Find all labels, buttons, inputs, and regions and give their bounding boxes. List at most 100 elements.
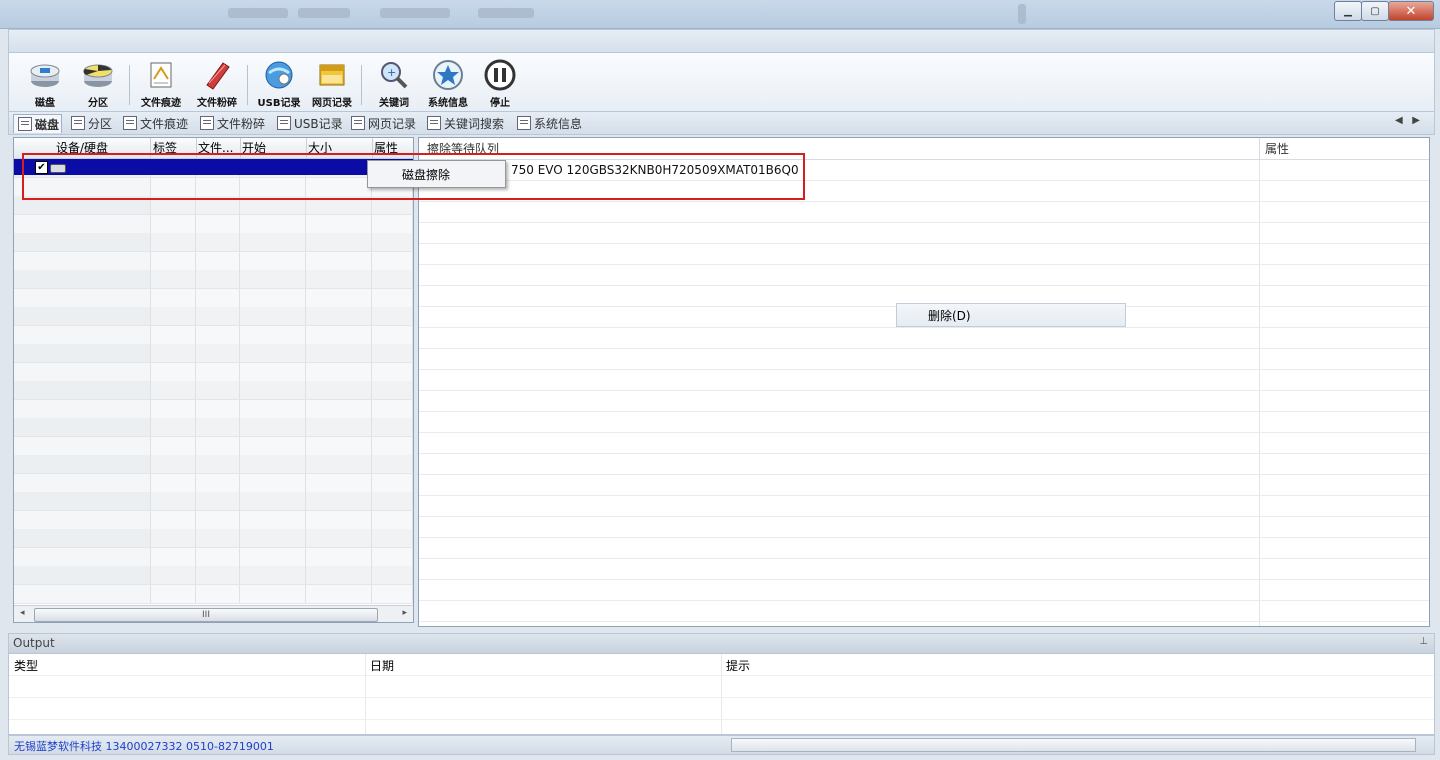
scroll-left-icon[interactable]: ◂ <box>20 608 25 618</box>
tab-scroll-nav: ◀ ▶ <box>1395 115 1420 126</box>
table-cell <box>306 547 372 566</box>
blurred-title <box>298 8 350 18</box>
table-cell <box>151 436 196 455</box>
column-divider <box>1259 265 1260 285</box>
toolbar-stop-button[interactable]: 停止 <box>474 57 526 109</box>
minimize-button[interactable]: ▁ <box>1334 1 1362 21</box>
tab-file-trace[interactable]: 文件痕迹 <box>119 114 188 132</box>
table-cell <box>14 288 151 307</box>
table-cell <box>306 270 372 288</box>
table-cell <box>196 547 240 566</box>
table-cell <box>306 307 372 325</box>
chevron-left-icon[interactable]: ◀ <box>1395 115 1403 126</box>
column-divider <box>1259 223 1260 243</box>
table-cell <box>196 566 240 584</box>
column-divider <box>1259 601 1260 621</box>
table-cell <box>306 251 372 270</box>
maximize-button[interactable]: ▢ <box>1361 1 1389 21</box>
table-row <box>14 214 413 234</box>
table-row <box>14 270 413 289</box>
toolbar-usb-record-button[interactable]: USB记录 <box>253 57 305 109</box>
table-row <box>14 492 413 511</box>
toolbar-file-shred-button[interactable]: 文件粉碎 <box>191 57 243 109</box>
toolbar-file-trace-button[interactable]: 文件痕迹 <box>135 57 187 109</box>
table-cell <box>14 399 151 418</box>
table-row <box>14 566 413 585</box>
table-cell <box>372 233 413 251</box>
table-cell <box>240 233 306 251</box>
toolbar-keyword-button[interactable]: + 关键词 <box>368 57 420 109</box>
table-cell <box>240 492 306 510</box>
table-cell <box>306 344 372 362</box>
horizontal-scrollbar[interactable]: ◂ III ▸ <box>14 605 413 622</box>
column-divider <box>1259 454 1260 474</box>
tab-disk[interactable]: 磁盘 <box>13 114 63 133</box>
table-cell <box>240 251 306 270</box>
context-menu-queue: 删除(D) <box>896 303 1126 327</box>
file-shred-icon <box>201 59 233 91</box>
blurred-title <box>380 8 450 18</box>
table-row <box>419 328 1429 349</box>
table-cell <box>151 325 196 344</box>
table-cell <box>240 566 306 584</box>
toolbar-partition-button[interactable]: 分区 <box>72 57 124 109</box>
pause-icon <box>484 59 516 91</box>
toolbar-label: 文件痕迹 <box>141 98 181 109</box>
tab-file-shred[interactable]: 文件粉碎 <box>196 114 265 132</box>
table-cell <box>306 288 372 307</box>
document-icon <box>18 117 32 131</box>
tab-system-info[interactable]: 系统信息 <box>513 114 582 132</box>
status-company-contact: 无锡蓝梦软件科技 13400027332 0510-82719001 <box>14 740 274 753</box>
table-cell <box>14 381 151 399</box>
column-divider <box>1259 160 1260 180</box>
column-divider <box>1259 622 1260 626</box>
column-divider <box>1259 517 1260 537</box>
column-divider <box>1259 202 1260 222</box>
blurred-title <box>1018 4 1026 24</box>
column-divider <box>1259 391 1260 411</box>
table-row <box>9 698 1434 720</box>
menu-item-delete[interactable]: 删除(D) <box>928 307 971 324</box>
table-cell <box>306 362 372 381</box>
table-cell <box>240 418 306 436</box>
tab-web-record[interactable]: 网页记录 <box>347 114 416 132</box>
column-divider <box>1259 580 1260 600</box>
table-row <box>14 529 413 548</box>
table-row <box>419 202 1429 223</box>
column-divider <box>1259 307 1260 327</box>
main-toolbar: 磁盘 分区 文件痕迹 文件粉碎 USB记录 网页记录 + 关键词 系统信息 停止 <box>8 52 1435 112</box>
column-divider <box>1259 475 1260 495</box>
svg-text:+: + <box>387 66 396 79</box>
column-header-attribute[interactable]: 属性 <box>1265 138 1289 159</box>
tab-keyword-search[interactable]: 关键词搜索 <box>423 114 504 132</box>
table-row <box>14 288 413 308</box>
table-row <box>9 676 1434 698</box>
tab-label: 关键词搜索 <box>444 116 505 131</box>
table-cell <box>372 473 413 492</box>
toolbar-disk-button[interactable]: 磁盘 <box>19 57 71 109</box>
table-cell <box>14 233 151 251</box>
scroll-thumb[interactable]: III <box>34 608 378 622</box>
table-cell <box>240 307 306 325</box>
table-cell <box>196 418 240 436</box>
close-button[interactable]: ✕ <box>1388 1 1434 21</box>
table-cell <box>372 455 413 473</box>
file-trace-icon <box>145 59 177 91</box>
table-cell <box>151 233 196 251</box>
output-log-table: 类型 日期 提示 <box>8 653 1435 735</box>
table-cell <box>14 270 151 288</box>
toolbar-web-record-button[interactable]: 网页记录 <box>306 57 358 109</box>
scroll-right-icon[interactable]: ▸ <box>402 608 407 618</box>
device-table-body <box>14 159 413 604</box>
table-row <box>14 584 413 604</box>
table-cell <box>151 418 196 436</box>
table-cell <box>196 510 240 529</box>
tab-usb-record[interactable]: USB记录 <box>273 114 343 132</box>
toolbar-system-info-button[interactable]: 系统信息 <box>422 57 474 109</box>
table-row <box>9 654 1434 676</box>
table-row <box>419 622 1429 626</box>
chevron-right-icon[interactable]: ▶ <box>1412 115 1420 126</box>
table-cell <box>372 566 413 584</box>
pin-icon[interactable]: ⊥ <box>1419 636 1428 647</box>
tab-partition[interactable]: 分区 <box>67 114 112 132</box>
